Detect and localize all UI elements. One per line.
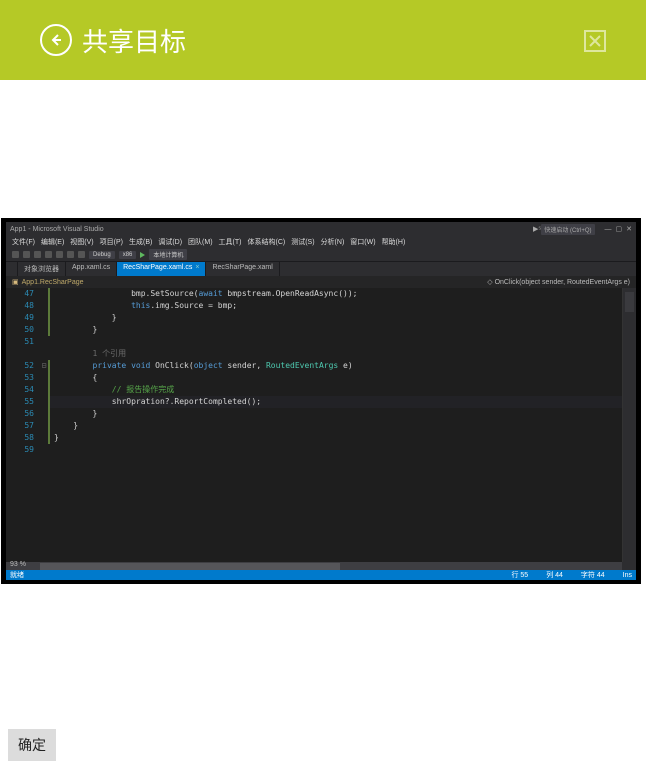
menu-item[interactable]: 文件(F) <box>12 237 35 247</box>
references-indicator[interactable]: 1 个引用 <box>54 349 126 358</box>
menu-item[interactable]: 窗口(W) <box>350 237 375 247</box>
menu-item[interactable]: 体系结构(C) <box>248 237 286 247</box>
vs-titlebar: App1 - Microsoft Visual Studio ▶⁵ 快速启动 (… <box>6 222 636 236</box>
save-icon[interactable] <box>56 251 63 258</box>
status-line: 行 55 <box>511 570 528 580</box>
run-icon[interactable] <box>140 252 145 258</box>
arrow-left-icon <box>49 33 63 47</box>
editor-tab[interactable]: App.xaml.cs <box>66 262 117 276</box>
editor-tab[interactable]: 对象浏览器 <box>18 262 66 276</box>
menu-item[interactable]: 生成(B) <box>129 237 152 247</box>
status-ins: Ins <box>623 572 632 579</box>
menu-item[interactable]: 项目(P) <box>100 237 123 247</box>
menu-item[interactable]: 团队(M) <box>188 237 213 247</box>
editor-tab[interactable]: RecSharPage.xaml.cs× <box>117 262 206 276</box>
vs-toolbox-tab[interactable] <box>6 262 18 276</box>
quick-launch-icon: ▶⁵ <box>533 225 541 233</box>
content-area: App1 - Microsoft Visual Studio ▶⁵ 快速启动 (… <box>0 80 646 768</box>
new-icon[interactable] <box>34 251 41 258</box>
vs-toolbar[interactable]: Debug x86 本地计算机 <box>6 248 636 262</box>
redo-icon[interactable] <box>78 251 85 258</box>
close-icon <box>588 34 602 48</box>
menu-item[interactable]: 视图(V) <box>70 237 93 247</box>
vs-quick-launch[interactable]: 快速启动 (Ctrl+Q) <box>541 224 594 235</box>
nav-fwd-icon[interactable] <box>23 251 30 258</box>
open-icon[interactable] <box>45 251 52 258</box>
nav-member[interactable]: OnClick(object sender, RoutedEventArgs e… <box>495 279 630 286</box>
config-combo[interactable]: Debug <box>89 251 115 259</box>
tab-close-icon[interactable]: × <box>195 264 199 271</box>
vs-tabstrip: 对象浏览器App.xaml.csRecSharPage.xaml.cs×RecS… <box>6 262 636 276</box>
vs-window-buttons[interactable]: —▢✕ <box>601 225 633 233</box>
vs-side-panel[interactable] <box>622 288 636 562</box>
vs-navbar[interactable]: ▣App1.RecSharPage ◇ OnClick(object sende… <box>6 276 636 288</box>
back-button[interactable] <box>40 24 72 56</box>
menu-item[interactable]: 分析(N) <box>321 237 345 247</box>
vs-statusbar: 就绪 行 55 列 44 字符 44 Ins <box>6 570 636 580</box>
menu-item[interactable]: 帮助(H) <box>382 237 406 247</box>
visual-studio-screenshot: App1 - Microsoft Visual Studio ▶⁵ 快速启动 (… <box>1 218 641 584</box>
status-char: 字符 44 <box>581 570 605 580</box>
status-ready: 就绪 <box>10 570 24 580</box>
zoom-level[interactable]: 93 % <box>10 561 26 568</box>
fold-column[interactable]: ⊟ <box>40 288 48 562</box>
undo-icon[interactable] <box>67 251 74 258</box>
platform-combo[interactable]: x86 <box>119 251 137 259</box>
run-target[interactable]: 本地计算机 <box>149 249 187 260</box>
ok-button[interactable]: 确定 <box>8 729 56 761</box>
menu-item[interactable]: 调试(D) <box>158 237 182 247</box>
vs-menubar[interactable]: 文件(F) 编辑(E) 视图(V) 项目(P) 生成(B) 调试(D) 团队(M) 工具(T)… <box>6 236 636 248</box>
vs-app-title: App1 - Microsoft Visual Studio <box>10 226 104 233</box>
editor-tab[interactable]: RecSharPage.xaml <box>206 262 279 276</box>
vs-editor[interactable]: 4748495051 5253545556575859 ⊟ bmp.SetSou… <box>6 288 636 562</box>
share-header: 共享目标 <box>0 0 646 80</box>
status-col: 列 44 <box>546 570 563 580</box>
nav-back-icon[interactable] <box>12 251 19 258</box>
page-title: 共享目标 <box>82 22 186 59</box>
line-gutter: 4748495051 5253545556575859 <box>6 288 40 562</box>
nav-class[interactable]: App1.RecSharPage <box>22 279 84 286</box>
code-area[interactable]: bmp.SetSource(await bmpstream.OpenReadAs… <box>50 288 622 562</box>
close-button[interactable] <box>584 30 606 52</box>
menu-item[interactable]: 编辑(E) <box>41 237 64 247</box>
menu-item[interactable]: 测试(S) <box>291 237 314 247</box>
menu-item[interactable]: 工具(T) <box>219 237 242 247</box>
